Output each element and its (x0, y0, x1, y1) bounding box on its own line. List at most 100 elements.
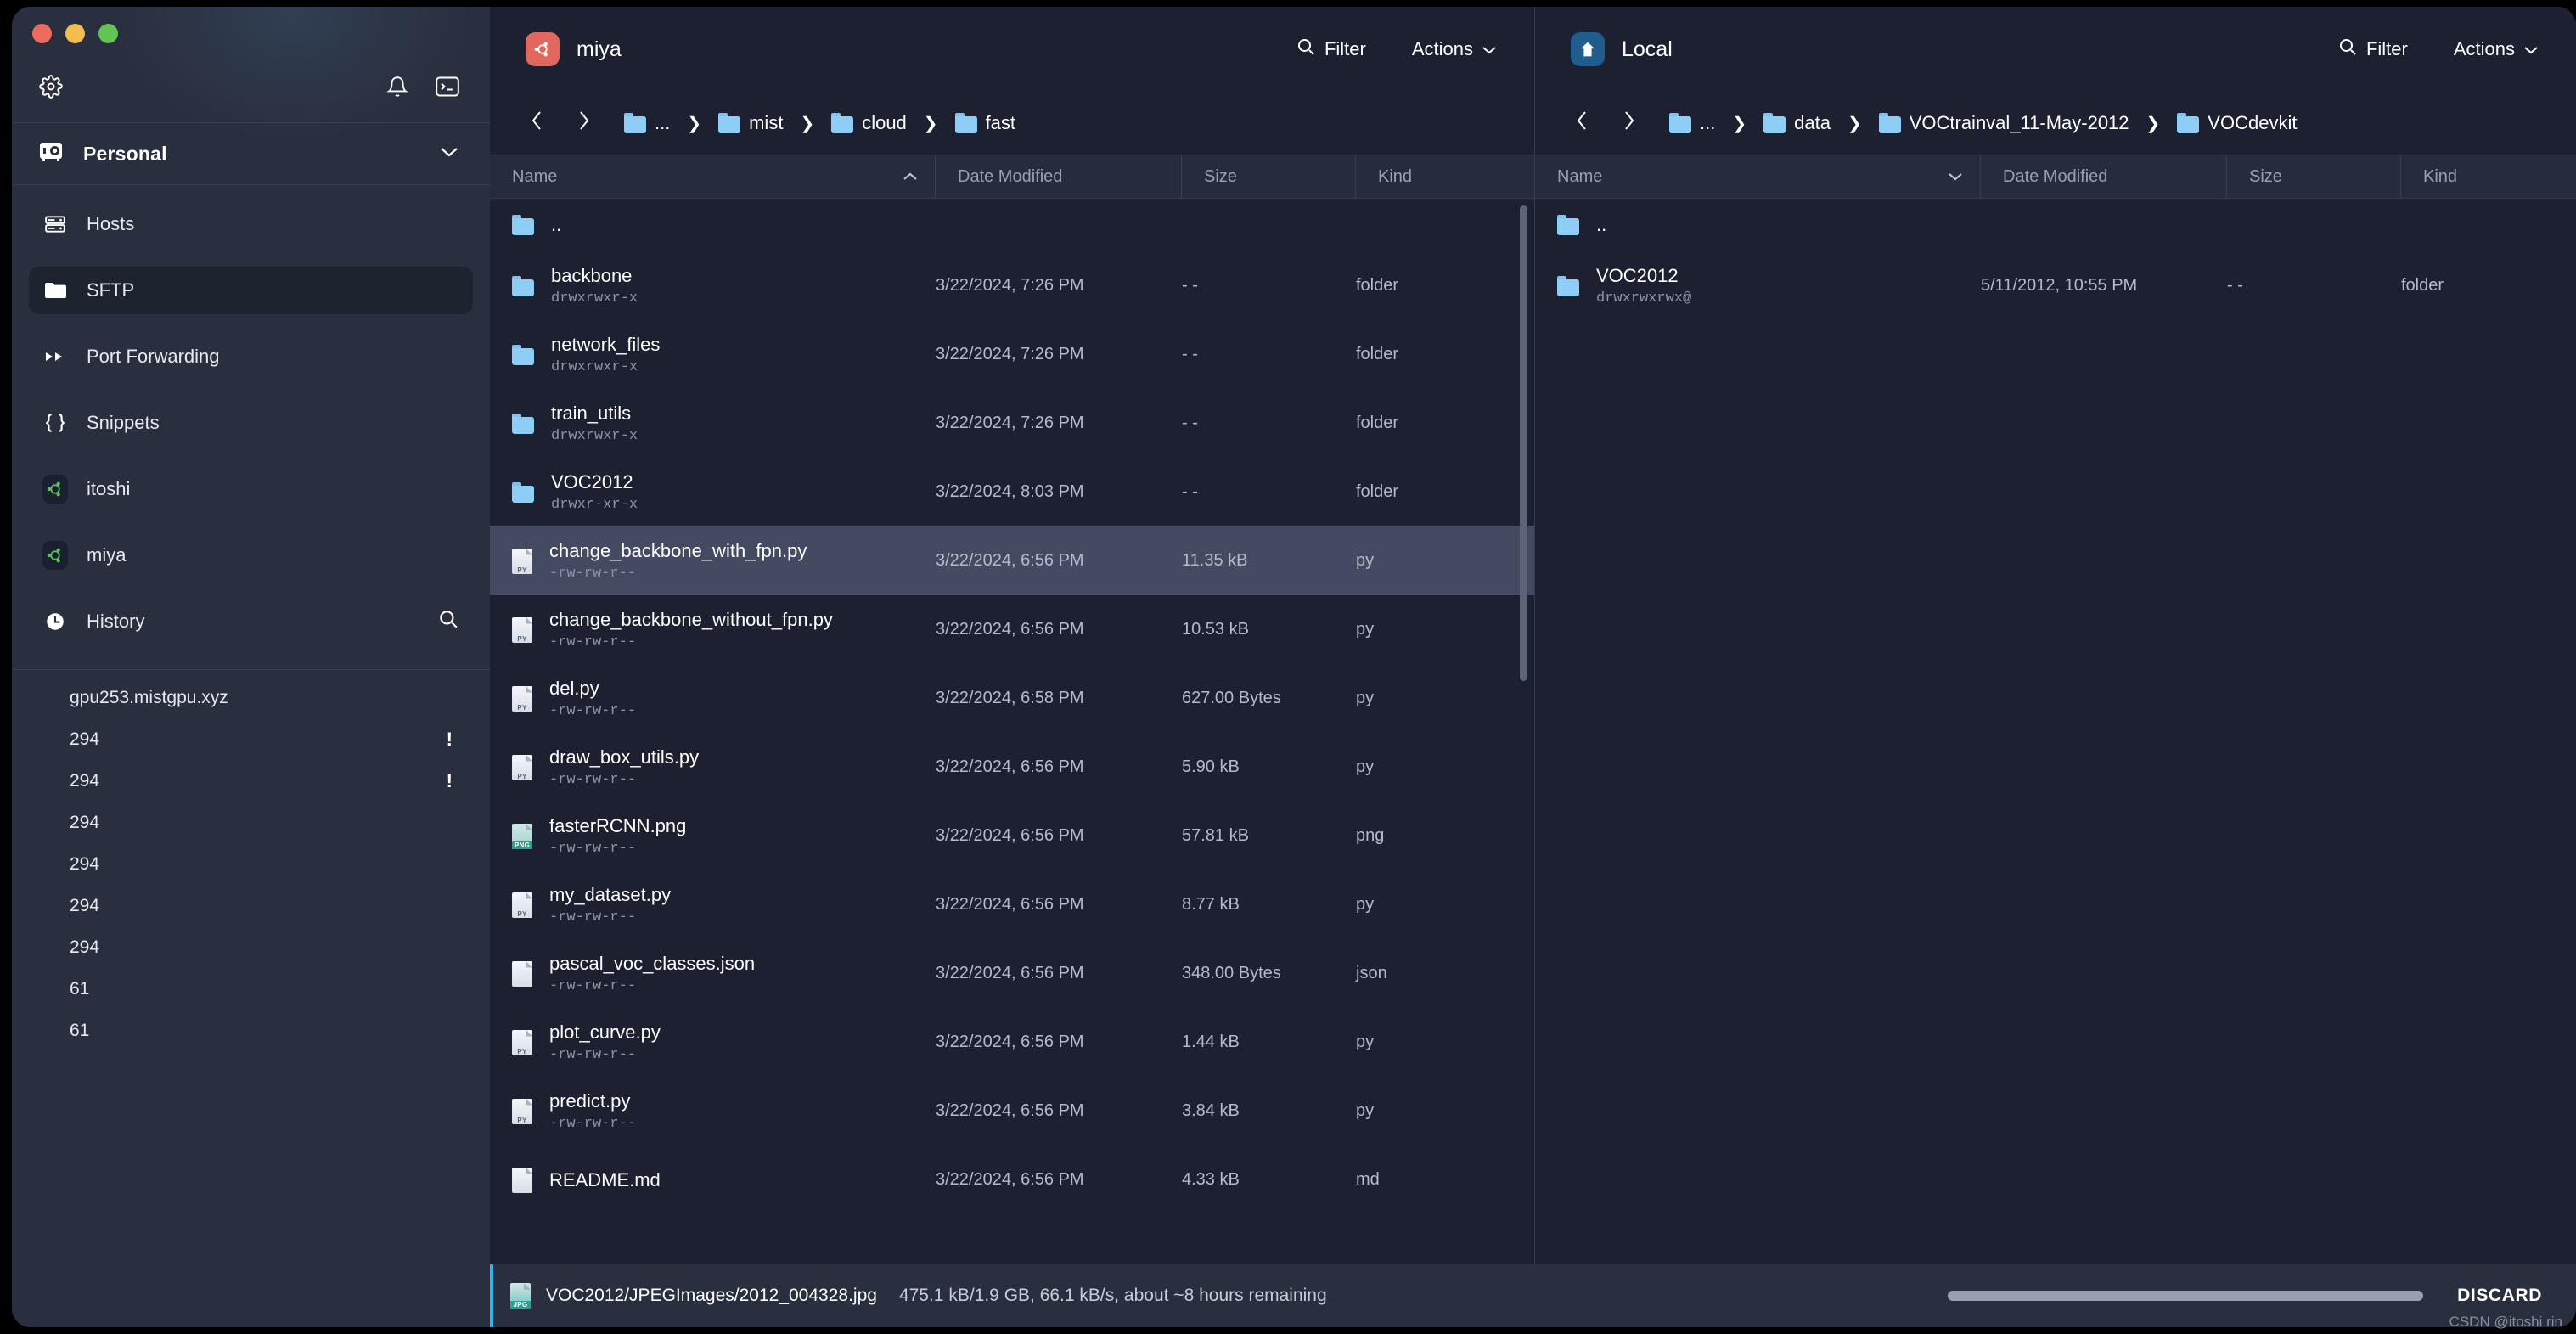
breadcrumb-item[interactable]: mist (718, 112, 783, 134)
table-row[interactable]: PY change_backbone_without_fpn.py -rw-rw-r… (490, 595, 1534, 664)
vertical-scrollbar[interactable] (1520, 205, 1527, 681)
file-permissions: -rw-rw-r-- (549, 841, 637, 857)
history-list: gpu253.mistgpu.xyz 294 ! 294 ! 294 294 2… (12, 670, 490, 1056)
list-item[interactable]: 294 (29, 848, 473, 880)
table-row[interactable]: train_utils drwxrwxr-x 3/22/2024, 7:26 PM -… (490, 389, 1534, 458)
actions-button[interactable]: Actions (2454, 38, 2539, 60)
file-name: del.py (549, 678, 599, 699)
sidebar-item-history[interactable]: History (29, 598, 473, 645)
column-header-name[interactable]: Name (1535, 155, 1981, 198)
sidebar-item-label: miya (87, 544, 127, 566)
table-row[interactable]: .. (1535, 199, 2576, 251)
port-forward-icon (42, 347, 68, 366)
table-row[interactable]: network_files drwxrwxr-x 3/22/2024, 7:26 P… (490, 320, 1534, 389)
history-item-label: 61 (70, 1020, 90, 1040)
vault-selector[interactable]: Personal (12, 123, 490, 184)
table-row[interactable]: PY predict.py -rw-rw-r-- 3/22/2024, 6:56 PM… (490, 1077, 1534, 1145)
column-header-kind[interactable]: Kind (2401, 155, 2576, 198)
table-row[interactable]: PY draw_box_utils.py -rw-rw-r-- 3/22/2024, … (490, 733, 1534, 802)
file-name-cell: .. (1535, 214, 1981, 236)
table-row[interactable]: PY my_dataset.py -rw-rw-r-- 3/22/2024, 6:56… (490, 870, 1534, 939)
table-row[interactable]: VOC2012 drwxr-xr-x 3/22/2024, 8:03 PM - - fo… (490, 458, 1534, 526)
sidebar-item-sftp[interactable]: SFTP (29, 267, 473, 314)
table-row[interactable]: PY del.py -rw-rw-r-- 3/22/2024, 6:58 PM 627.… (490, 664, 1534, 733)
table-row[interactable]: VOC2012 drwxrwxrwx@ 5/11/2012, 10:55 PM - -… (1535, 251, 2576, 320)
table-row[interactable]: pascal_voc_classes.json -rw-rw-r-- 3/22/20… (490, 939, 1534, 1008)
sidebar-item-port-forwarding[interactable]: Port Forwarding (29, 333, 473, 380)
page-title: miya (577, 37, 622, 61)
breadcrumb-item[interactable]: VOCtrainval_11-May-2012 (1878, 112, 2129, 134)
column-header-date[interactable]: Date Modified (1981, 155, 2227, 198)
ubuntu-icon (526, 32, 560, 66)
breadcrumb-item[interactable]: data (1763, 112, 1831, 134)
history-item-label: 294 (70, 895, 100, 915)
table-row[interactable]: README.md 3/22/2024, 6:56 PM 4.33 kB md (490, 1145, 1534, 1214)
chevron-left-icon[interactable] (1571, 110, 1595, 138)
column-header-name[interactable]: Name (490, 155, 936, 198)
file-name: predict.py (549, 1090, 631, 1112)
file-size: 11.35 kB (1182, 551, 1248, 570)
chevron-right-icon[interactable] (571, 110, 595, 138)
chevron-right-icon[interactable] (1617, 110, 1640, 138)
filter-button[interactable]: Filter (2337, 37, 2408, 62)
column-header-label: Kind (2423, 166, 2458, 186)
column-header-kind[interactable]: Kind (1356, 155, 1534, 198)
list-item[interactable]: 294 ! (29, 723, 473, 755)
file-kind: py (1356, 689, 1375, 707)
python-file-icon: PY (512, 548, 532, 574)
column-header-size[interactable]: Size (1182, 155, 1356, 198)
breadcrumb-item[interactable]: ... (1669, 112, 1715, 134)
list-item[interactable]: 294 (29, 890, 473, 921)
terminal-icon[interactable] (436, 76, 459, 97)
breadcrumb-label: mist (749, 112, 784, 133)
sidebar-item-itoshi[interactable]: itoshi (29, 465, 473, 513)
maximize-button[interactable] (98, 24, 118, 43)
list-item[interactable]: 294 (29, 807, 473, 838)
file-date: 3/22/2024, 6:56 PM (936, 757, 1084, 776)
file-permissions: drwxr-xr-x (551, 497, 638, 513)
history-item-badge: ! (446, 769, 453, 791)
table-row[interactable]: PY change_backbone_with_fpn.py -rw-rw-r-- 3… (490, 526, 1534, 595)
minimize-button[interactable] (65, 24, 85, 43)
file-size: - - (2227, 276, 2243, 295)
sidebar-item-miya[interactable]: miya (29, 532, 473, 579)
bell-icon[interactable] (386, 75, 408, 99)
chevron-left-icon[interactable] (526, 110, 549, 138)
column-header-size[interactable]: Size (2227, 155, 2401, 198)
breadcrumb-item[interactable]: ... (624, 112, 670, 134)
file-name-cell: backbone drwxrwxr-x (490, 265, 936, 307)
list-item[interactable]: 294 ! (29, 765, 473, 796)
file-permissions: drwxrwxr-x (551, 290, 638, 307)
chevron-down-icon[interactable] (439, 146, 459, 162)
file-name: VOC2012 (551, 471, 633, 493)
list-item[interactable]: 294 (29, 932, 473, 963)
column-header-date[interactable]: Date Modified (936, 155, 1182, 198)
sidebar-item-hosts[interactable]: Hosts (29, 200, 473, 248)
actions-button[interactable]: Actions (1412, 38, 1497, 60)
list-item[interactable]: gpu253.mistgpu.xyz (29, 682, 473, 713)
table-row[interactable]: backbone drwxrwxr-x 3/22/2024, 7:26 PM - - f… (490, 251, 1534, 320)
history-item-badge: ! (446, 728, 453, 750)
remote-column-headers: Name Date Modified Size Kind (490, 155, 1534, 199)
table-row[interactable]: PY plot_curve.py -rw-rw-r-- 3/22/2024, 6:56… (490, 1008, 1534, 1077)
search-icon[interactable] (437, 608, 459, 635)
column-header-label: Name (1557, 166, 1603, 186)
table-row[interactable]: PNG fasterRCNN.png -rw-rw-r-- 3/22/2024, 6:… (490, 802, 1534, 870)
clock-icon (42, 611, 68, 633)
file-kind: folder (1356, 345, 1399, 363)
local-panel: Local Filter Actions ... ❯ data ❯ VOCtra… (1535, 7, 2576, 1327)
close-button[interactable] (32, 24, 52, 43)
discard-button[interactable]: DISCARD (2457, 1286, 2542, 1306)
file-size: 8.77 kB (1182, 895, 1240, 914)
filter-button[interactable]: Filter (1296, 37, 1366, 62)
file-name: draw_box_utils.py (549, 746, 700, 768)
breadcrumb-item[interactable]: VOCdevkit (2177, 112, 2297, 134)
breadcrumb-item[interactable]: fast (954, 112, 1015, 134)
list-item[interactable]: 61 (29, 1015, 473, 1046)
list-item[interactable]: 61 (29, 973, 473, 1005)
file-name: change_backbone_with_fpn.py (549, 540, 807, 561)
gear-icon[interactable] (39, 75, 63, 99)
table-row[interactable]: .. (490, 199, 1534, 251)
breadcrumb-item[interactable]: cloud (831, 112, 907, 134)
sidebar-item-snippets[interactable]: Snippets (29, 399, 473, 447)
